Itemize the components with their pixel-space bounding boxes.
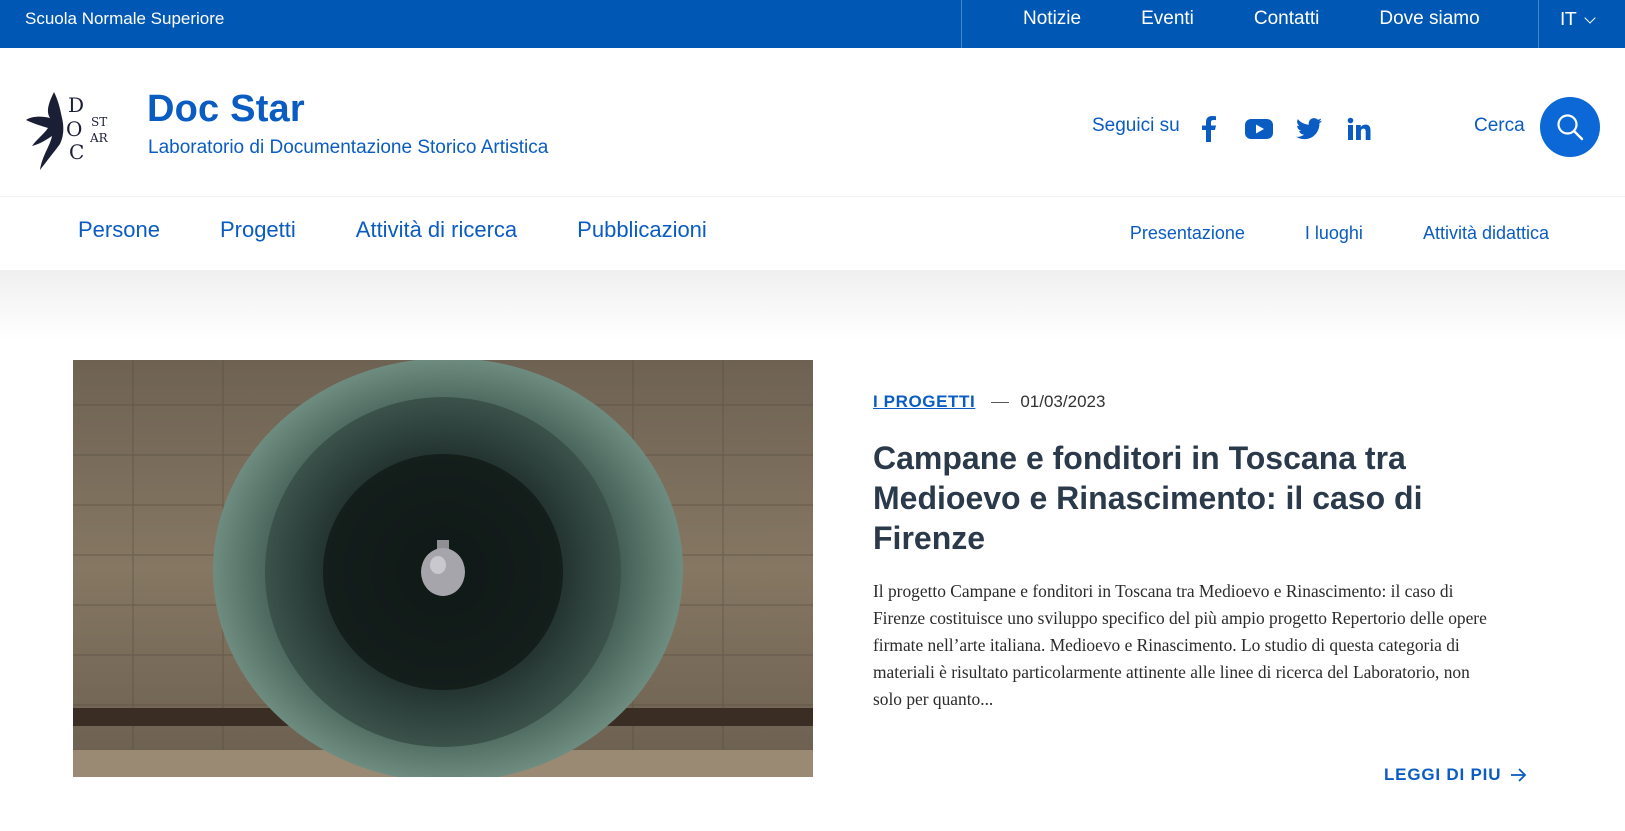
top-bar: Scuola Normale Superiore Notizie Eventi … bbox=[0, 0, 1625, 48]
facebook-icon[interactable] bbox=[1193, 114, 1223, 144]
site-subtitle: Laboratorio di Documentazione Storico Ar… bbox=[148, 137, 549, 158]
nav-item-persone[interactable]: Persone bbox=[78, 217, 160, 243]
utility-link-eventi[interactable]: Eventi bbox=[1141, 0, 1194, 40]
svg-text:AR: AR bbox=[89, 131, 109, 145]
site-header: D O C ST AR Doc Star Laboratorio di Docu… bbox=[0, 48, 1625, 196]
utility-link-notizie[interactable]: Notizie bbox=[1023, 0, 1081, 40]
institution-link[interactable]: Scuola Normale Superiore bbox=[25, 0, 224, 40]
youtube-icon[interactable] bbox=[1244, 114, 1274, 144]
divider bbox=[1538, 0, 1539, 48]
docstar-logo-icon: D O C ST AR bbox=[26, 92, 109, 170]
site-logo[interactable]: D O C ST AR bbox=[24, 86, 114, 176]
nav-item-attivita-ricerca[interactable]: Attività di ricerca bbox=[356, 217, 517, 243]
primary-menu: Persone Progetti Attività di ricerca Pub… bbox=[78, 217, 767, 243]
svg-text:C: C bbox=[69, 140, 84, 164]
language-selector[interactable]: IT bbox=[1560, 0, 1596, 40]
utility-link-dove-siamo[interactable]: Dove siamo bbox=[1379, 0, 1479, 40]
nav-item-attivita-didattica[interactable]: Attività didattica bbox=[1423, 223, 1549, 244]
svg-text:O: O bbox=[66, 117, 82, 141]
arrow-right-icon bbox=[1511, 768, 1527, 782]
article-image[interactable] bbox=[73, 360, 813, 777]
follow-label: Seguici su bbox=[1092, 115, 1180, 136]
svg-text:ST: ST bbox=[91, 115, 107, 129]
header-shadow bbox=[0, 270, 1625, 340]
site-title[interactable]: Doc Star bbox=[147, 88, 305, 131]
utility-nav: Notizie Eventi Contatti Dove siamo bbox=[1023, 0, 1540, 40]
nav-item-presentazione[interactable]: Presentazione bbox=[1130, 223, 1245, 244]
search-button[interactable] bbox=[1540, 97, 1600, 157]
language-label: IT bbox=[1560, 9, 1577, 30]
twitter-icon[interactable] bbox=[1294, 114, 1324, 144]
linkedin-icon[interactable] bbox=[1344, 114, 1374, 144]
svg-text:D: D bbox=[68, 93, 84, 117]
secondary-menu: Presentazione I luoghi Attività didattic… bbox=[1070, 223, 1549, 244]
meta-separator bbox=[991, 401, 1010, 403]
nav-item-progetti[interactable]: Progetti bbox=[220, 217, 296, 243]
article-category-link[interactable]: I PROGETTI bbox=[873, 392, 975, 412]
nav-item-luoghi[interactable]: I luoghi bbox=[1305, 223, 1363, 244]
utility-link-contatti[interactable]: Contatti bbox=[1254, 0, 1319, 40]
search-icon bbox=[1557, 114, 1584, 141]
chevron-down-icon bbox=[1584, 11, 1596, 24]
article-date: 01/03/2023 bbox=[1020, 392, 1106, 411]
read-more-link[interactable]: LEGGI DI PIU bbox=[1384, 765, 1527, 785]
nav-item-pubblicazioni[interactable]: Pubblicazioni bbox=[577, 217, 707, 243]
main-navigation: Persone Progetti Attività di ricerca Pub… bbox=[0, 196, 1625, 270]
article-title[interactable]: Campane e fonditori in Toscana tra Medio… bbox=[873, 438, 1473, 558]
article-meta: I PROGETTI 01/03/2023 bbox=[873, 392, 1105, 412]
article-abstract: Il progetto Campane e fonditori in Tosca… bbox=[873, 581, 1487, 709]
read-more-label: LEGGI DI PIU bbox=[1384, 765, 1502, 784]
divider bbox=[961, 0, 962, 48]
search-label[interactable]: Cerca bbox=[1474, 115, 1525, 137]
